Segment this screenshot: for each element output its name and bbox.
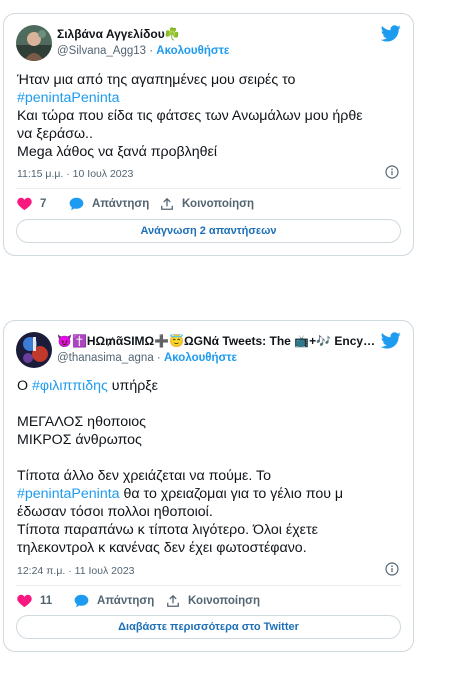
- tweet-text: Ο #φιλιππιδης υπήρξε ΜΕΓΑΛΟΣ ηθοποιος ΜΙ…: [17, 377, 399, 557]
- tweet-card: 😈✝️HΩ₥ᾶSIMΩ➕😇ΩGΝά Tweets: The 📺+🎶 Encycl…: [3, 320, 414, 652]
- share-label: Κοινοποίηση: [188, 595, 260, 607]
- tweet-actions: 7 Απάντηση Κοινοποίηση: [17, 197, 401, 217]
- tweet-text-line: Τίποτα παραπάνω κ τίποτα λιγότερο. Όλοι …: [17, 522, 318, 538]
- tweet-meta: 11:15 μ.μ. · 10 Ιουλ 2023: [17, 165, 399, 180]
- author-name[interactable]: Σιλβάνα Αγγελίδου☘️: [57, 27, 377, 41]
- share-button[interactable]: Κοινοποίηση: [160, 197, 254, 211]
- tweet-text: Ήταν μια από της αγαπημένες μου σειρές τ…: [17, 71, 399, 161]
- tweet-header: 😈✝️HΩ₥ᾶSIMΩ➕😇ΩGΝά Tweets: The 📺+🎶 Encycl…: [16, 332, 401, 372]
- share-icon: [161, 197, 173, 210]
- author-handle-line: @Silvana_Agg13 · Ακολουθήστε: [57, 45, 229, 57]
- info-icon[interactable]: [385, 165, 399, 179]
- hashtag-link[interactable]: #penintaPeninta: [17, 486, 120, 502]
- reply-button[interactable]: Απάντηση: [69, 197, 149, 211]
- twitter-bird-icon[interactable]: [381, 332, 401, 349]
- share-button[interactable]: Κοινοποίηση: [166, 594, 260, 608]
- share-icon: [167, 594, 179, 607]
- separator: ·: [146, 45, 157, 57]
- follow-button[interactable]: Ακολουθήστε: [164, 352, 237, 364]
- tweet-text-line: Και τώρα που είδα τις φάτσες των Ανωμάλω…: [17, 108, 363, 124]
- tweet-card: Σιλβάνα Αγγελίδου☘️ @Silvana_Agg13 · Ακο…: [3, 13, 414, 256]
- info-icon[interactable]: [385, 562, 399, 576]
- follow-button[interactable]: Ακολουθήστε: [156, 45, 229, 57]
- hashtag-link[interactable]: #penintaPeninta: [17, 90, 120, 106]
- reply-button[interactable]: Απάντηση: [74, 594, 154, 608]
- tweet-text-line: Ο: [17, 378, 32, 394]
- reply-bubble-icon: [69, 197, 84, 211]
- timestamp[interactable]: 11:15 μ.μ. · 10 Ιουλ 2023: [17, 168, 133, 180]
- reply-bubble-icon: [74, 594, 89, 608]
- tweet-text-line: έδωσαν τόσοι πολλοι ηθοποιοί.: [17, 504, 213, 520]
- tweet-text-line: Mega λάθος να ξανά προβληθεί: [17, 144, 217, 160]
- tweet-text-line: θα το χρειαζομαι για το γέλιο που μ: [119, 486, 344, 502]
- like-count: 7: [40, 197, 47, 210]
- like-button[interactable]: 7: [17, 197, 46, 210]
- timestamp[interactable]: 12:24 π.μ. · 11 Ιουλ 2023: [17, 565, 135, 577]
- divider: [16, 188, 401, 189]
- separator: ·: [153, 352, 164, 364]
- twitter-bird-icon[interactable]: [381, 25, 401, 42]
- author-handle-line: @thanasima_agna · Ακολουθήστε: [57, 352, 237, 364]
- share-label: Κοινοποίηση: [182, 198, 254, 210]
- read-replies-button[interactable]: Ανάγνωση 2 απαντήσεων: [16, 219, 401, 243]
- heart-icon: [17, 594, 32, 607]
- tweet-actions: 11 Απάντηση Κοινοποίηση: [17, 594, 401, 614]
- hashtag-link[interactable]: #φιλιππιδης: [32, 378, 108, 394]
- avatar[interactable]: [16, 332, 52, 368]
- author-handle[interactable]: @Silvana_Agg13: [57, 45, 146, 57]
- tweet-text-line: υπήρξε: [107, 378, 158, 394]
- divider: [16, 585, 401, 586]
- author-handle[interactable]: @thanasima_agna: [57, 352, 154, 364]
- tweet-text-line: Τίποτα άλλο δεν χρειάζεται να πούμε. Το: [17, 468, 271, 484]
- tweet-text-line: τηλεκοντρολ κ κανένας δεν έχει φωτοστέφα…: [17, 540, 307, 556]
- tweet-text-line: να ξεράσω..: [17, 126, 93, 142]
- tweet-text-line: Ήταν μια από της αγαπημένες μου σειρές τ…: [17, 72, 296, 88]
- author-name[interactable]: 😈✝️HΩ₥ᾶSIMΩ➕😇ΩGΝά Tweets: The 📺+🎶 Encycl…: [57, 334, 377, 348]
- tweet-text-line: ΜΙΚΡΟΣ άνθρωπος: [17, 432, 142, 448]
- read-more-button[interactable]: Διαβάστε περισσότερα στο Twitter: [16, 615, 401, 639]
- like-count: 11: [40, 594, 53, 607]
- tweet-header: Σιλβάνα Αγγελίδου☘️ @Silvana_Agg13 · Ακο…: [16, 25, 401, 65]
- heart-icon: [17, 197, 32, 210]
- tweet-meta: 12:24 π.μ. · 11 Ιουλ 2023: [17, 562, 399, 577]
- avatar[interactable]: [16, 25, 52, 61]
- reply-label: Απάντηση: [97, 595, 155, 607]
- tweet-text-line: ΜΕΓΑΛΟΣ ηθοποιος: [17, 414, 147, 430]
- like-button[interactable]: 11: [17, 594, 52, 607]
- reply-label: Απάντηση: [92, 198, 150, 210]
